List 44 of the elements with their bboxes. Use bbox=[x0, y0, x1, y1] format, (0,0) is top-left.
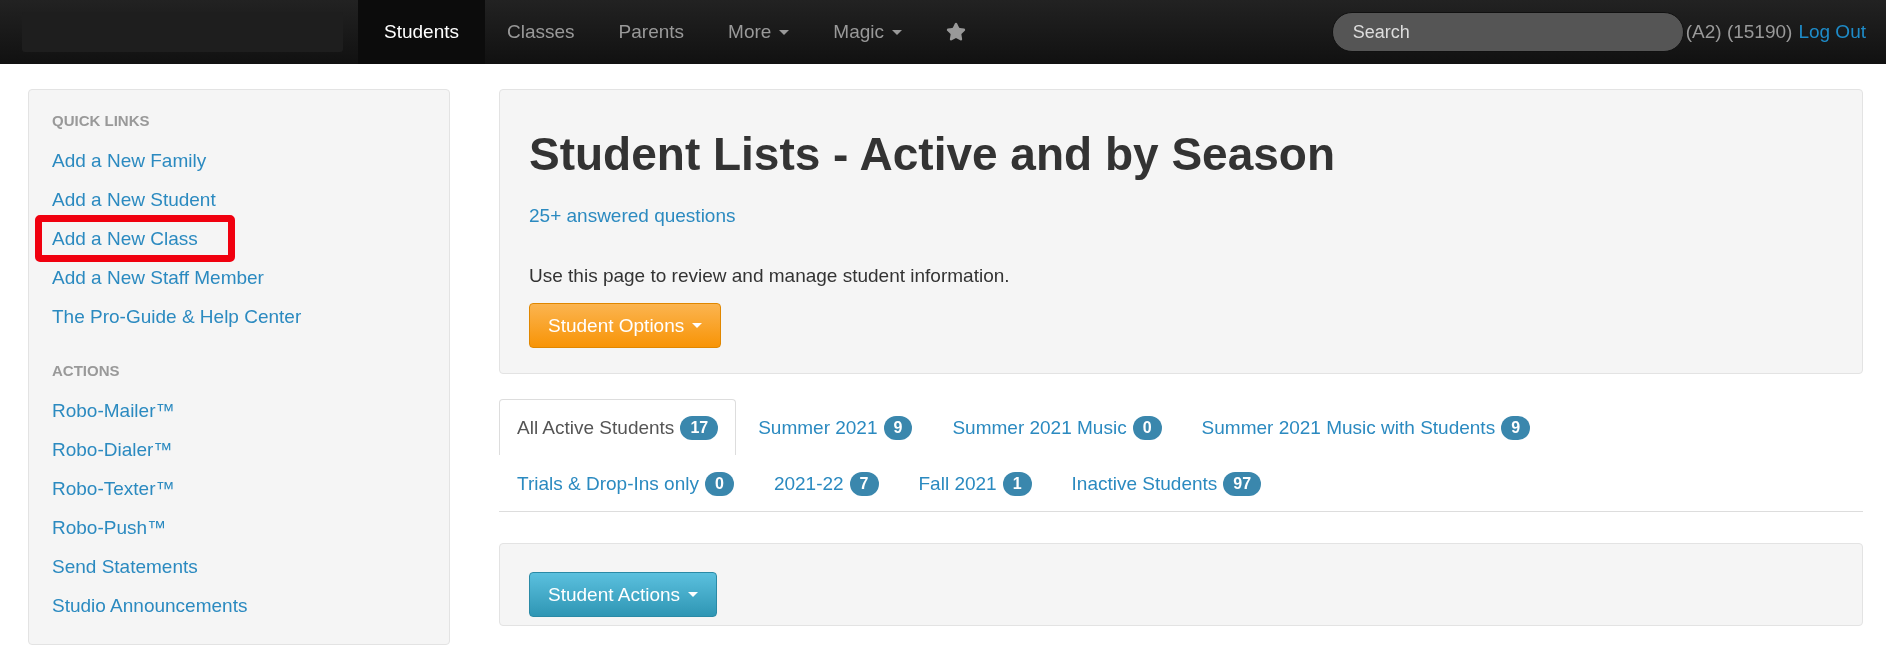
highlighted-sidebar-link[interactable]: Add a New Class bbox=[35, 215, 235, 262]
caret-icon bbox=[892, 29, 903, 35]
tab[interactable]: Summer 2021 9 bbox=[740, 399, 931, 455]
nav-link[interactable]: Classes bbox=[485, 0, 597, 64]
tab[interactable]: Trials & Drop-Ins only 0 bbox=[499, 455, 752, 511]
sidebar-link[interactable]: Studio Announcements bbox=[52, 586, 248, 625]
tab[interactable]: Fall 2021 1 bbox=[900, 455, 1050, 511]
nav-link[interactable]: Parents bbox=[596, 0, 707, 64]
sidebar-link[interactable]: The Pro-Guide & Help Center bbox=[52, 297, 302, 336]
count-badge: 0 bbox=[704, 471, 734, 496]
tab[interactable]: Inactive Students 97 bbox=[1053, 455, 1280, 511]
caret-icon bbox=[692, 323, 703, 328]
count-badge: 97 bbox=[1223, 471, 1262, 496]
nav-dropdown[interactable]: Magic bbox=[811, 0, 925, 64]
section-heading: ACTIONS bbox=[52, 362, 121, 379]
count-badge: 1 bbox=[1002, 471, 1032, 496]
student-options-button[interactable]: Student Options bbox=[529, 303, 722, 348]
count-badge: 9 bbox=[1501, 415, 1531, 440]
caret-icon bbox=[688, 592, 699, 597]
sidebar-link[interactable]: Robo-Texter™ bbox=[52, 469, 175, 508]
sidebar-link[interactable]: Robo-Dialer™ bbox=[52, 430, 173, 469]
tab[interactable]: 2021-22 7 bbox=[755, 455, 897, 511]
count-badge: 17 bbox=[680, 415, 719, 440]
count-badge: 7 bbox=[849, 471, 879, 496]
account-info: (A2) (15190) bbox=[1685, 21, 1793, 43]
page-title: Student Lists - Active and by Season bbox=[529, 127, 1336, 181]
tab[interactable]: All Active Students 17 bbox=[499, 399, 737, 455]
tab[interactable]: Summer 2021 Music with Students 9 bbox=[1183, 399, 1549, 455]
caret-icon bbox=[779, 29, 790, 35]
nav-dropdown[interactable]: More bbox=[706, 0, 812, 64]
page-description: Use this page to review and manage student information. bbox=[529, 265, 1011, 287]
student-actions-button[interactable]: Student Actions bbox=[529, 572, 718, 617]
tab[interactable]: Summer 2021 Music 0 bbox=[934, 399, 1180, 455]
search-field[interactable]: Search bbox=[1331, 12, 1684, 52]
section-heading: QUICK LINKS bbox=[52, 112, 151, 129]
sidebar-link[interactable]: Add a New Family bbox=[52, 141, 207, 180]
count-badge: 9 bbox=[883, 415, 913, 440]
sidebar-link[interactable]: Send Statements bbox=[52, 547, 198, 586]
logout-link[interactable]: Log Out bbox=[1798, 21, 1866, 43]
count-badge: 0 bbox=[1132, 415, 1162, 440]
nav-link[interactable]: Students bbox=[358, 0, 485, 64]
help-link[interactable]: 25+ answered questions bbox=[529, 205, 736, 227]
sidebar-link[interactable]: Robo-Push™ bbox=[52, 508, 167, 547]
sidebar-link[interactable]: Robo-Mailer™ bbox=[52, 391, 175, 430]
